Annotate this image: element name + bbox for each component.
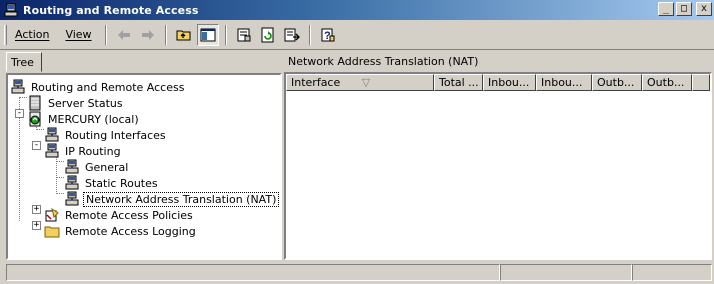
column-header-total[interactable]: Total ... — [434, 74, 483, 91]
routing-node-icon — [65, 175, 79, 190]
tree-item-server-status[interactable]: Server Status — [27, 95, 125, 111]
export-list-button[interactable] — [281, 24, 303, 46]
up-folder-icon — [176, 30, 191, 40]
tree-item-mercury[interactable]: MERCURY (local) — [27, 111, 141, 127]
back-button[interactable] — [113, 24, 135, 46]
status-panel-3 — [632, 264, 712, 281]
server-status-icon — [29, 95, 41, 111]
tree-item-label-selected: Network Address Translation (NAT) — [83, 191, 280, 207]
policies-icon — [45, 207, 59, 222]
refresh-button[interactable] — [257, 24, 279, 46]
routing-node-icon — [65, 159, 79, 174]
back-arrow-icon — [117, 29, 130, 40]
help-icon: ? — [321, 28, 335, 42]
tree-expander-ip-routing[interactable]: - — [32, 141, 41, 150]
tree-connector — [36, 129, 44, 130]
column-header-label: Outb... — [647, 76, 685, 89]
caption-buttons: _ □ x — [658, 2, 712, 16]
tree-item-label: General — [85, 160, 129, 174]
tree-pane[interactable]: - - + + Routing and Remote Access Server… — [6, 73, 282, 260]
server-green-icon — [29, 111, 41, 127]
toolbar: Action View ? — [0, 20, 714, 50]
status-panel-main — [6, 264, 500, 281]
window-title: Routing and Remote Access — [23, 3, 199, 17]
menu-action[interactable]: Action — [7, 26, 57, 43]
ip-routing-icon — [45, 143, 59, 158]
column-header-label: Interface — [291, 76, 341, 89]
tab-tree[interactable]: Tree — [6, 52, 42, 72]
column-header-outbound-2[interactable]: Outb... — [642, 74, 692, 91]
tree-item-general[interactable]: General — [64, 159, 130, 175]
menu-action-label: Action — [15, 28, 50, 41]
status-bar — [0, 262, 714, 284]
tree-item-label: MERCURY (local) — [48, 112, 139, 126]
column-header-filler — [692, 74, 710, 91]
folder-icon — [44, 226, 60, 238]
tree-connector — [56, 177, 64, 178]
details-pane-header: Network Address Translation (NAT) — [284, 53, 714, 71]
tree-item-label: Static Routes — [85, 176, 158, 190]
column-header-label: Total ... — [439, 76, 479, 89]
up-one-level-button[interactable] — [173, 24, 195, 46]
refresh-icon — [261, 27, 274, 42]
menu-view[interactable]: View — [57, 26, 99, 43]
tree-item-remote-access-policies[interactable]: Remote Access Policies — [44, 207, 195, 223]
tree-item-static-routes[interactable]: Static Routes — [64, 175, 160, 191]
tree-item-label: Routing Interfaces — [65, 128, 166, 142]
help-button[interactable]: ? — [317, 24, 339, 46]
tree-item-routing-interfaces[interactable]: Routing Interfaces — [44, 127, 168, 143]
details-pane-title: Network Address Translation (NAT) — [288, 55, 479, 68]
export-list-icon — [284, 28, 300, 41]
details-list-view[interactable]: Interface ▽ Total ... Inbou... Inbou... … — [284, 72, 712, 260]
tree-expander-logging[interactable]: + — [32, 221, 41, 230]
routing-node-icon — [65, 191, 79, 206]
menu-view-label: View — [65, 28, 92, 41]
tree-item-remote-access-logging[interactable]: Remote Access Logging — [44, 223, 198, 239]
properties-button[interactable] — [233, 24, 255, 46]
column-header-interface[interactable]: Interface ▽ — [286, 74, 434, 91]
tree-expander-mercury[interactable]: - — [15, 109, 24, 118]
tree-connector — [56, 193, 64, 194]
tree-tab-strip: Tree — [6, 52, 280, 72]
sort-indicator-icon: ▽ — [361, 76, 371, 89]
close-button[interactable]: x — [696, 2, 712, 16]
toolbar-separator — [104, 24, 107, 45]
tree-connector — [19, 97, 27, 98]
column-header-inbound-1[interactable]: Inbou... — [483, 74, 536, 91]
properties-icon — [237, 28, 251, 41]
tree-item-label: Server Status — [48, 96, 123, 110]
toolbar-separator — [224, 24, 227, 45]
column-header-outbound-1[interactable]: Outb... — [592, 74, 642, 91]
column-header-label: Outb... — [597, 76, 635, 89]
tab-tree-label: Tree — [11, 56, 34, 69]
column-header-inbound-2[interactable]: Inbou... — [536, 74, 592, 91]
column-header-label: Inbou... — [488, 76, 530, 89]
column-header-label: Inbou... — [541, 76, 583, 89]
toolbar-separator — [164, 24, 167, 45]
tree-item-label: Routing and Remote Access — [31, 80, 185, 94]
forward-button[interactable] — [137, 24, 159, 46]
tree-item-label: Remote Access Logging — [65, 224, 196, 238]
tree-item-rras-root[interactable]: Routing and Remote Access — [10, 79, 186, 95]
forward-arrow-icon — [141, 29, 154, 40]
tree-item-label: IP Routing — [65, 144, 121, 158]
maximize-button[interactable]: □ — [676, 2, 692, 16]
show-hide-tree-button[interactable] — [196, 23, 219, 46]
status-panel-2 — [500, 264, 632, 281]
rras-root-icon — [11, 79, 25, 94]
title-bar[interactable]: Routing and Remote Access _ □ x — [0, 0, 714, 20]
tree-expander-policies[interactable]: + — [32, 205, 41, 214]
interfaces-icon — [45, 127, 59, 142]
show-hide-tree-icon — [200, 28, 216, 41]
toolbar-separator — [308, 24, 311, 45]
tree-connector — [56, 161, 64, 162]
minimize-button[interactable]: _ — [658, 2, 674, 16]
tree-item-label: Remote Access Policies — [65, 208, 193, 222]
tree-item-ip-routing[interactable]: IP Routing — [44, 143, 123, 159]
rras-server-icon — [4, 3, 18, 17]
tree-item-nat[interactable]: Network Address Translation (NAT) — [64, 191, 280, 207]
